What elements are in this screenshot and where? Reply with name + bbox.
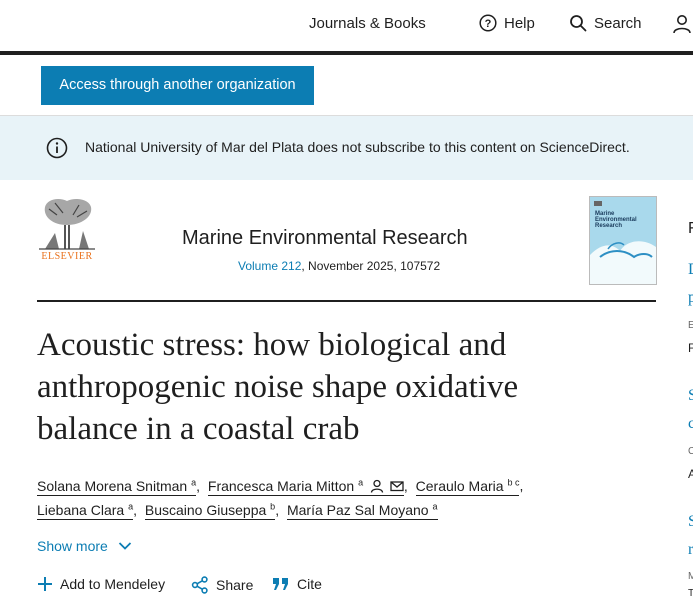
- title-line: balance in a coastal crab: [37, 411, 360, 447]
- author-list: Solana Morena Snitman a, Francesca Maria…: [37, 477, 524, 520]
- author-link[interactable]: María Paz Sal Moyano a: [286, 501, 438, 520]
- sidebar-link-fragment[interactable]: S: [688, 387, 693, 405]
- svg-text:?: ?: [485, 18, 492, 30]
- article-title: Acoustic stress: how biological and anth…: [37, 324, 637, 450]
- access-through-organization-button[interactable]: Access through another organization: [41, 66, 314, 105]
- share-icon: [191, 576, 208, 594]
- author-link[interactable]: Solana Morena Snitman a: [37, 477, 197, 496]
- envelope-icon: [390, 481, 404, 491]
- top-navigation: Journals & Books ? Help Search: [0, 0, 693, 52]
- quote-icon: [273, 578, 288, 590]
- sidebar-fragment: F: [688, 220, 693, 237]
- journal-title[interactable]: Marine Environmental Research: [182, 227, 468, 250]
- sidebar-fragment: F: [688, 341, 693, 355]
- help-icon[interactable]: ?: [479, 14, 497, 37]
- volume-link[interactable]: Volume 212: [238, 259, 301, 273]
- sidebar-link-fragment[interactable]: r: [688, 541, 693, 559]
- search-icon[interactable]: [569, 14, 587, 37]
- cite-button[interactable]: Cite: [272, 576, 322, 592]
- sidebar-fragment: T: [688, 588, 693, 599]
- chevron-down-icon: [118, 542, 131, 550]
- svg-text:Research: Research: [595, 223, 622, 229]
- author-link[interactable]: Liebana Clara a: [37, 501, 134, 520]
- plus-icon: [38, 577, 52, 591]
- subscription-banner: National University of Mar del Plata doe…: [0, 116, 693, 180]
- issue-details: , November 2025, 107572: [301, 259, 441, 273]
- author-name: Solana Morena Snitman: [37, 477, 188, 494]
- author-name: María Paz Sal Moyano: [286, 501, 429, 518]
- author-name: Francesca Maria Mitton: [207, 477, 355, 494]
- share-button[interactable]: Share: [191, 576, 253, 594]
- sidebar-link-fragment[interactable]: S: [688, 513, 693, 531]
- elsevier-wordmark: ELSEVIER: [41, 251, 93, 262]
- right-sidebar: F D p E F S c C A S r M T: [685, 180, 693, 599]
- help-link[interactable]: Help: [504, 15, 535, 32]
- info-icon: [46, 137, 68, 164]
- header-rule: [37, 300, 656, 302]
- author-name: Ceraulo Maria: [415, 477, 504, 494]
- show-more-label: Show more: [37, 538, 108, 554]
- sidebar-fragment: C: [688, 446, 693, 457]
- search-link[interactable]: Search: [594, 15, 642, 32]
- sidebar-link-fragment[interactable]: c: [688, 415, 693, 433]
- author-link[interactable]: Francesca Maria Mitton a: [207, 477, 404, 496]
- sidebar-fragment: A: [688, 467, 693, 481]
- affiliation-marker: a: [432, 501, 438, 511]
- header-divider: [0, 51, 693, 55]
- author-name: Liebana Clara: [37, 501, 125, 518]
- sidebar-link-fragment[interactable]: p: [688, 289, 693, 307]
- author-link[interactable]: Ceraulo Maria b c: [415, 477, 520, 496]
- author-link[interactable]: Buscaino Giuseppa b: [144, 501, 276, 520]
- journals-books-link[interactable]: Journals & Books: [309, 15, 426, 32]
- add-to-mendeley-label: Add to Mendeley: [60, 576, 166, 592]
- title-line: anthropogenic noise shape oxidative: [37, 369, 519, 405]
- add-to-mendeley-button[interactable]: Add to Mendeley: [37, 576, 165, 592]
- show-more-button[interactable]: Show more: [37, 538, 132, 554]
- sidebar-fragment: E: [688, 320, 693, 331]
- banner-message: National University of Mar del Plata doe…: [85, 139, 630, 155]
- sidebar-link-fragment[interactable]: D: [688, 261, 693, 279]
- cite-label: Cite: [297, 576, 322, 592]
- share-label: Share: [216, 577, 254, 593]
- sidebar-fragment: M: [688, 571, 693, 582]
- title-line: Acoustic stress: how biological and: [37, 327, 507, 363]
- affiliation-marker: a: [358, 477, 364, 487]
- user-icon[interactable]: [672, 14, 692, 39]
- author-name: Buscaino Giuseppa: [144, 501, 267, 518]
- journal-issue-info: Volume 212, November 2025, 107572: [238, 259, 440, 273]
- affiliation-marker: b c: [507, 477, 520, 487]
- journal-cover-image[interactable]: Marine Environmental Research: [589, 196, 657, 285]
- person-icon: [370, 479, 384, 493]
